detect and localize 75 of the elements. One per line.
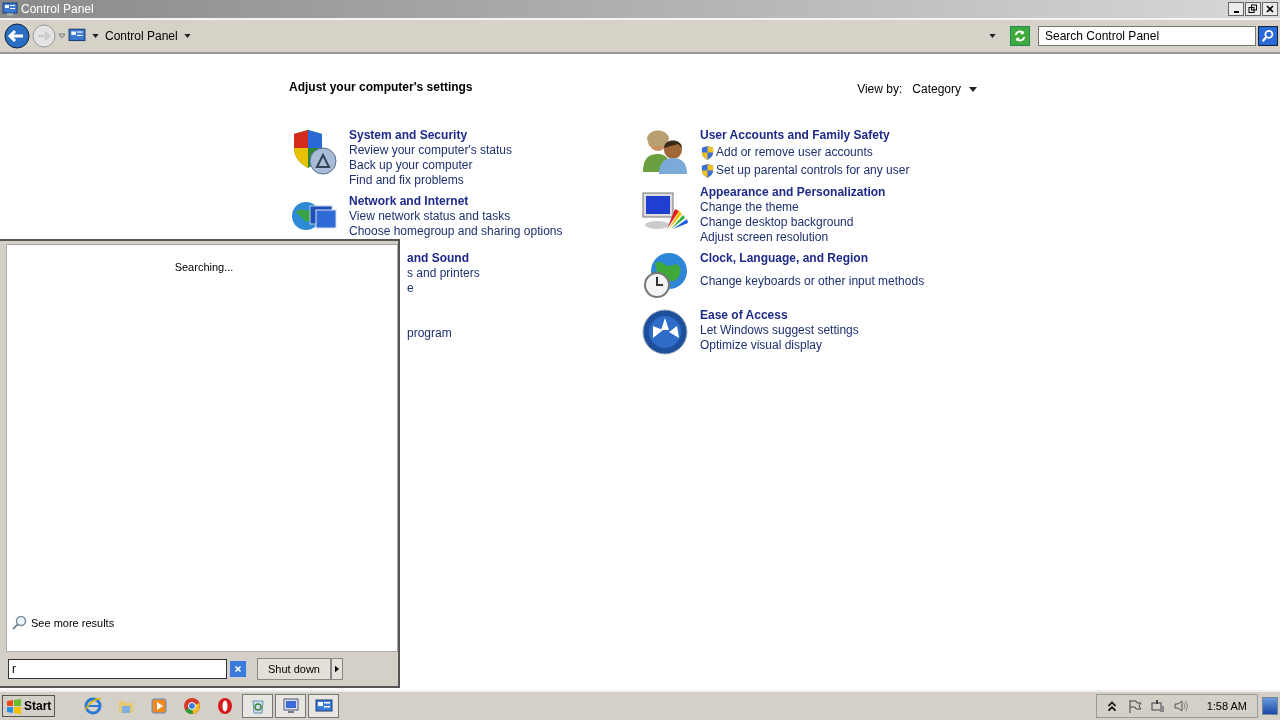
search-button[interactable] xyxy=(1258,26,1278,46)
category-link[interactable]: System and Security xyxy=(349,128,513,143)
control-panel-icon xyxy=(314,697,333,715)
view-by-dropdown[interactable]: Category xyxy=(912,82,977,96)
task-link[interactable]: Change desktop background xyxy=(700,215,854,230)
caret-icon[interactable] xyxy=(183,34,191,38)
search-icon xyxy=(1261,29,1275,43)
category-link[interactable]: Clock, Language, and Region xyxy=(700,251,925,266)
search-icon xyxy=(11,615,27,631)
task-link[interactable]: e xyxy=(407,281,414,296)
users-icon[interactable] xyxy=(640,128,690,176)
breadcrumb-item[interactable]: Control Panel xyxy=(105,29,178,43)
task-link[interactable]: Add or remove user accounts xyxy=(716,144,873,160)
refresh-icon xyxy=(1013,29,1027,43)
back-button[interactable] xyxy=(4,23,30,49)
address-bar[interactable]: Control Panel xyxy=(68,25,1008,47)
task-link[interactable]: Set up parental controls for any user xyxy=(716,162,910,178)
task-link[interactable]: s and printers xyxy=(407,266,480,281)
close-button[interactable] xyxy=(1262,2,1278,16)
category-link[interactable]: Network and Internet xyxy=(349,194,563,209)
monitor-icon xyxy=(281,697,300,715)
task-link[interactable]: Back up your computer xyxy=(349,158,473,173)
task-link[interactable]: Adjust screen resolution xyxy=(700,230,829,245)
minimize-button[interactable] xyxy=(1228,2,1244,16)
shield-icon xyxy=(700,162,715,178)
category-link[interactable]: and Sound xyxy=(407,251,480,266)
task-link[interactable]: View network status and tasks xyxy=(349,209,511,224)
minimize-icon xyxy=(1233,11,1239,13)
history-caret-icon[interactable] xyxy=(58,33,66,39)
show-desktop-button[interactable] xyxy=(1262,697,1278,715)
network-icon[interactable] xyxy=(1150,699,1165,713)
see-more-results-link[interactable]: See more results xyxy=(11,615,115,631)
task-link[interactable]: Find and fix problems xyxy=(349,173,464,188)
taskbar-button[interactable] xyxy=(242,694,274,718)
restore-button[interactable] xyxy=(1245,2,1261,16)
view-by-label: View by: xyxy=(857,82,903,96)
caret-icon xyxy=(969,86,977,92)
search-field[interactable]: Search Control Panel xyxy=(1038,26,1256,46)
accessibility-icon[interactable] xyxy=(640,308,690,356)
ring-o-icon xyxy=(215,697,234,715)
taskbar-button[interactable] xyxy=(275,694,307,718)
search-status: Searching... xyxy=(174,261,234,273)
window-title: Control Panel xyxy=(21,2,94,16)
caret-icon[interactable] xyxy=(92,34,99,38)
task-link[interactable]: Review your computer's status xyxy=(349,143,513,158)
category-link[interactable]: Ease of Access xyxy=(700,308,859,323)
task-link[interactable]: Change the theme xyxy=(700,200,799,215)
arrow-right-icon xyxy=(335,665,339,673)
category-link[interactable]: User Accounts and Family Safety xyxy=(700,128,910,143)
browser-e-icon xyxy=(83,697,102,715)
dropdown-caret-icon[interactable] xyxy=(989,34,996,38)
play-icon xyxy=(149,697,168,715)
start-search-field[interactable]: r xyxy=(8,659,227,679)
task-link[interactable]: Choose homegroup and sharing options xyxy=(349,224,563,239)
restore-icon xyxy=(1248,4,1258,14)
control-panel-icon xyxy=(2,1,18,17)
shield-icon xyxy=(700,144,715,160)
shut-down-button[interactable]: Shut down xyxy=(257,658,331,680)
category-link[interactable]: Appearance and Personalization xyxy=(700,185,886,200)
task-link[interactable]: program xyxy=(407,326,452,341)
task-link[interactable]: Change keyboards or other input methods xyxy=(700,274,925,289)
flag-icon[interactable] xyxy=(1127,699,1142,713)
start-button[interactable]: Start xyxy=(2,695,56,717)
close-icon xyxy=(233,664,243,674)
clock[interactable]: 1:58 AM xyxy=(1206,700,1247,712)
browser-circle-icon xyxy=(182,697,201,715)
clear-search-button[interactable] xyxy=(229,660,247,678)
task-link[interactable]: Let Windows suggest settings xyxy=(700,323,859,338)
task-link[interactable]: Optimize visual display xyxy=(700,338,823,353)
page-heading: Adjust your computer's settings xyxy=(289,80,474,94)
close-icon xyxy=(1265,4,1275,14)
windows-logo-icon xyxy=(6,698,22,714)
taskbar-button[interactable] xyxy=(308,694,340,718)
speaker-icon[interactable] xyxy=(1173,699,1188,713)
refresh-button[interactable] xyxy=(1010,26,1030,46)
